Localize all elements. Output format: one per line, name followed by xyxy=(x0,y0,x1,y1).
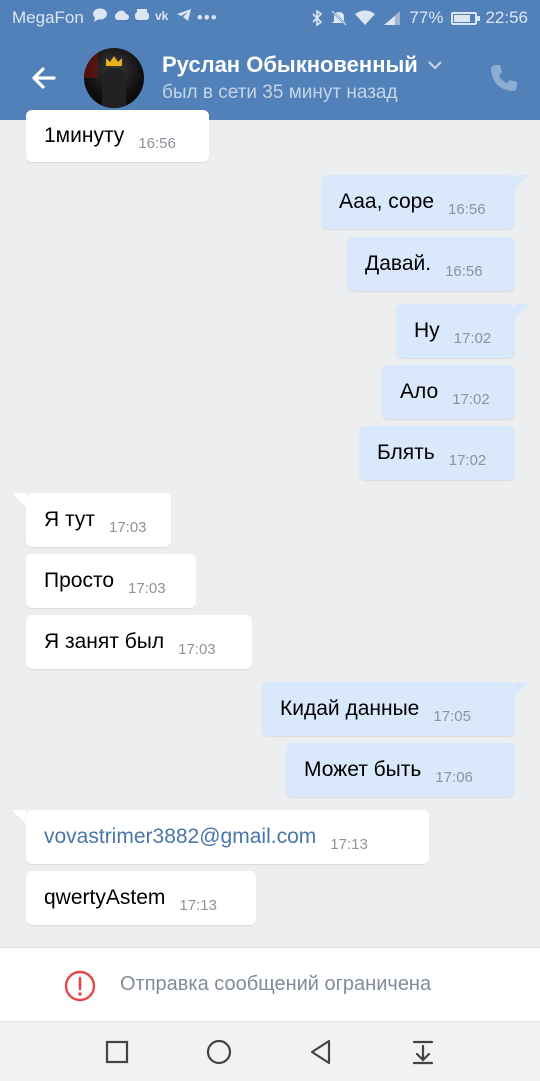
message-text: Я занят был xyxy=(44,630,165,653)
message-incoming[interactable]: Я тут 17:03 xyxy=(26,493,171,547)
battery-percent: 77% xyxy=(409,8,444,27)
message-text: Ну xyxy=(414,319,440,342)
message-text: qwertyAstem xyxy=(44,886,166,909)
message-text: Кидай данные xyxy=(280,697,420,720)
bubble-tail xyxy=(12,810,26,824)
message-incoming[interactable]: qwertyAstem 17:13 xyxy=(26,871,256,925)
message-time: 17:06 xyxy=(435,768,473,786)
recent-apps-icon[interactable] xyxy=(103,1038,131,1066)
message-time: 16:56 xyxy=(448,200,486,218)
chevron-down-icon xyxy=(428,61,442,70)
back-arrow-icon[interactable] xyxy=(24,58,64,98)
message-text: Ало xyxy=(400,380,439,403)
chat-notification-icon xyxy=(92,8,107,22)
message-time: 17:02 xyxy=(453,329,492,347)
message-time: 17:02 xyxy=(452,390,490,408)
vk-icon: vk xyxy=(155,9,169,22)
chat-header: Руслан Обыкновенный был в сети 35 минут … xyxy=(0,36,540,120)
message-time: 17:02 xyxy=(448,451,487,469)
email-link[interactable]: vovastrimer3882@gmail.com xyxy=(44,825,316,849)
message-text: Я тут xyxy=(44,508,95,531)
last-seen-status: был в сети 35 минут назад xyxy=(162,82,398,103)
message-time: 17:03 xyxy=(108,518,147,536)
notification-pull-icon[interactable] xyxy=(409,1038,437,1066)
contact-name-label: Руслан Обыкновенный xyxy=(162,52,418,77)
battery-icon xyxy=(451,11,481,25)
message-text: 1минуту xyxy=(44,124,125,147)
message-time: 17:13 xyxy=(179,896,217,914)
message-time: 16:56 xyxy=(138,134,176,152)
avatar[interactable] xyxy=(84,48,144,108)
bubble-tail xyxy=(515,682,529,696)
message-time: 17:03 xyxy=(178,640,216,658)
message-text: Блять xyxy=(377,441,435,464)
message-text: Ааа, соре xyxy=(339,190,435,213)
message-outgoing[interactable]: Кидай данные 17:05 xyxy=(262,682,515,736)
game-icon xyxy=(134,9,149,20)
message-outgoing[interactable]: Ало 17:02 xyxy=(382,365,515,419)
bluetooth-icon xyxy=(312,10,323,26)
message-time: 17:05 xyxy=(433,707,471,725)
svg-text:vk: vk xyxy=(155,9,169,22)
bubble-tail xyxy=(515,175,529,189)
more-notifications-icon: ••• xyxy=(196,8,218,27)
message-outgoing[interactable]: Ааа, соре 16:56 xyxy=(321,175,515,229)
message-incoming[interactable]: 1минуту 16:56 xyxy=(26,110,209,162)
restriction-text: Отправка сообщений ограничена xyxy=(120,973,432,995)
bubble-tail xyxy=(12,493,26,507)
message-text: Может быть xyxy=(304,758,422,781)
bubble-tail xyxy=(515,304,529,318)
message-incoming[interactable]: Просто 17:03 xyxy=(26,554,196,608)
message-outgoing[interactable]: Давай. 16:56 xyxy=(347,237,515,291)
signal-icon xyxy=(384,11,401,25)
message-time: 17:03 xyxy=(128,579,166,597)
message-incoming[interactable]: Я занят был 17:03 xyxy=(26,615,252,669)
message-outgoing[interactable]: Может быть 17:06 xyxy=(286,743,515,797)
telegram-icon xyxy=(176,9,191,21)
contact-name[interactable]: Руслан Обыкновенный xyxy=(162,52,442,78)
message-time: 16:56 xyxy=(445,262,483,280)
message-outgoing[interactable]: Блять 17:02 xyxy=(359,426,515,480)
message-text: Давай. xyxy=(365,252,432,275)
home-icon[interactable] xyxy=(205,1038,233,1066)
message-time: 17:13 xyxy=(330,835,368,853)
alert-icon xyxy=(64,970,96,1002)
wifi-icon xyxy=(355,10,376,25)
mute-icon xyxy=(331,10,348,26)
clock: 22:56 xyxy=(485,8,528,27)
message-incoming-link[interactable]: vovastrimer3882@gmail.com 17:13 xyxy=(26,810,429,864)
back-icon[interactable] xyxy=(307,1038,335,1066)
battery-fill xyxy=(454,14,470,22)
status-bar: MegaFon vk ••• 77% 22:56 xyxy=(0,0,540,36)
cloud-icon xyxy=(114,10,129,20)
carrier-label: MegaFon xyxy=(12,8,84,27)
message-text: Просто xyxy=(44,569,115,592)
message-outgoing[interactable]: Ну 17:02 xyxy=(396,304,515,358)
system-navigation-bar xyxy=(0,1021,540,1081)
messaging-restricted-banner: Отправка сообщений ограничена xyxy=(0,947,540,1022)
phone-icon[interactable] xyxy=(488,62,520,94)
